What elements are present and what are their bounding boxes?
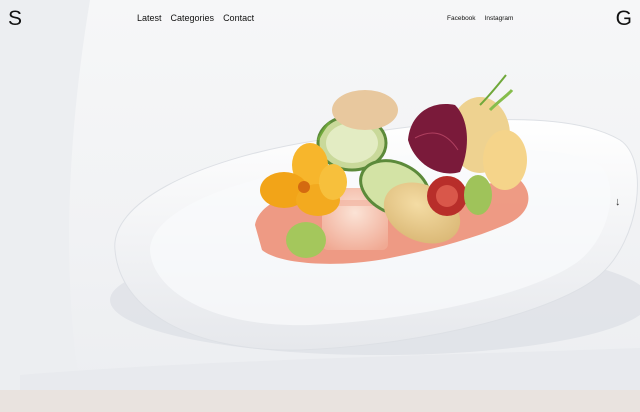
table-edge bbox=[20, 348, 640, 390]
bottom-strip bbox=[0, 390, 640, 412]
logo-left[interactable]: S bbox=[8, 8, 22, 29]
facebook-link[interactable]: Facebook bbox=[447, 15, 476, 22]
instagram-link[interactable]: Instagram bbox=[485, 15, 514, 22]
cloth-fold bbox=[0, 0, 90, 390]
herb-sprig-2 bbox=[488, 89, 514, 112]
nav-categories[interactable]: Categories bbox=[171, 13, 215, 23]
nav-latest[interactable]: Latest bbox=[137, 13, 162, 23]
social-links: Facebook Instagram bbox=[447, 15, 513, 22]
tomato-core bbox=[436, 185, 458, 207]
hero-food-image bbox=[0, 0, 640, 390]
scroll-down-icon[interactable]: ↓ bbox=[615, 196, 621, 208]
main-nav: Latest Categories Contact bbox=[137, 13, 254, 23]
melon-piece bbox=[483, 130, 527, 190]
nav-contact[interactable]: Contact bbox=[223, 13, 254, 23]
crisp-wafer-3 bbox=[332, 90, 398, 130]
hero-section: S G Latest Categories Contact Facebook I… bbox=[0, 0, 640, 390]
green-pea bbox=[286, 222, 326, 258]
green-pea-2 bbox=[464, 175, 492, 215]
logo-right[interactable]: G bbox=[616, 8, 632, 29]
